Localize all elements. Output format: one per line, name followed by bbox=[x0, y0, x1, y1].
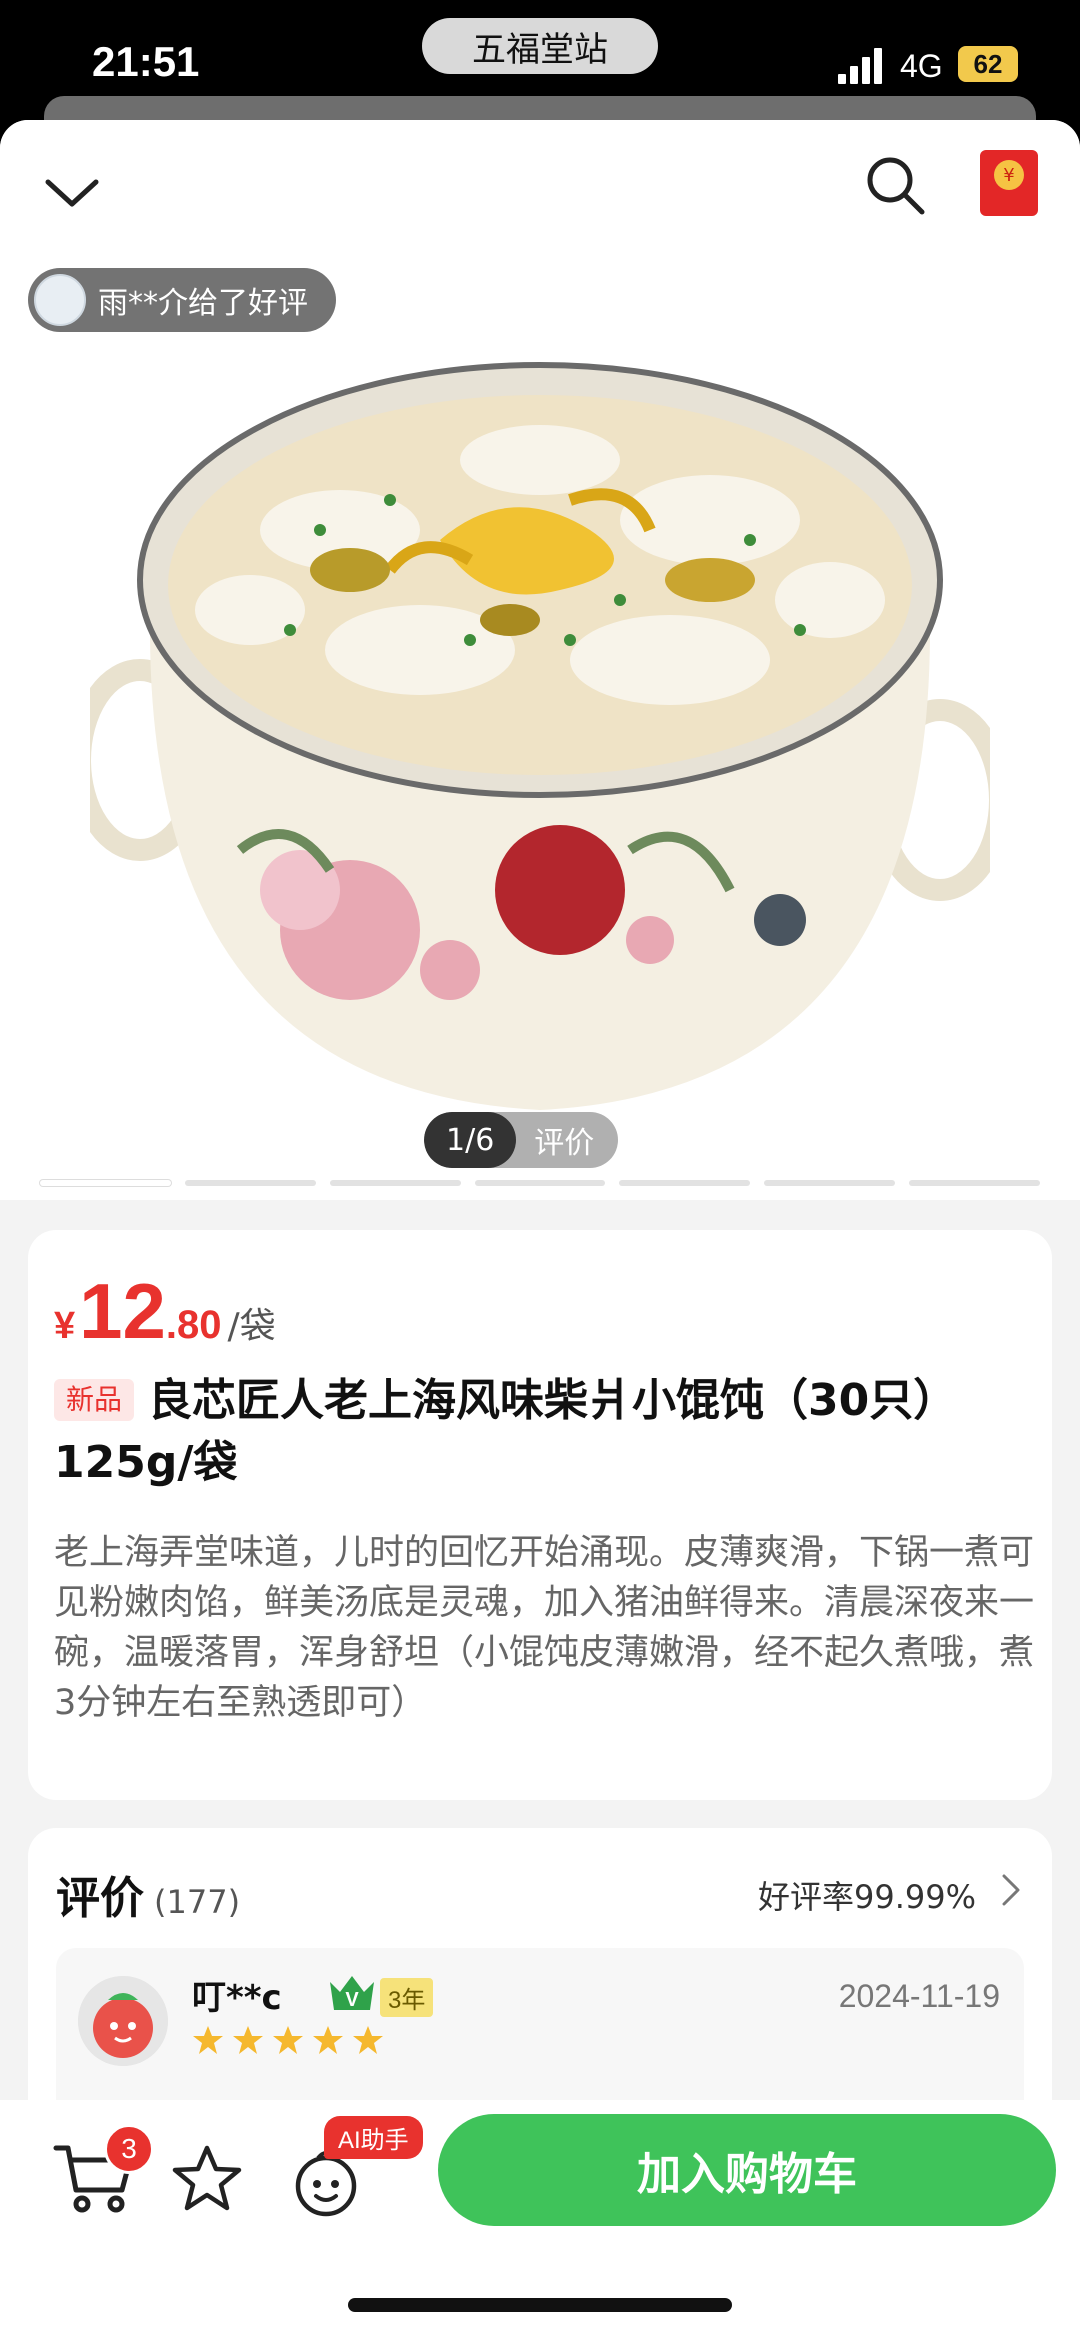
yuan-coin-icon: ¥ bbox=[994, 160, 1024, 190]
chevron-right-icon[interactable] bbox=[1000, 1872, 1022, 1908]
mascot-avatar-icon bbox=[78, 1976, 168, 2066]
price-integer: 12 bbox=[79, 1267, 166, 1355]
signal-icon bbox=[838, 48, 882, 84]
progress-segment bbox=[474, 1180, 606, 1186]
battery-indicator: 62 bbox=[958, 46, 1018, 82]
progress-segment bbox=[909, 1180, 1041, 1186]
review-date: 2024-11-19 bbox=[838, 1978, 1000, 2014]
price-unit: /袋 bbox=[227, 1306, 276, 1347]
review-toast: 雨**介给了好评 bbox=[28, 268, 336, 332]
rating-stars bbox=[192, 2024, 384, 2056]
star-outline-icon[interactable] bbox=[172, 2144, 242, 2212]
svg-text:V: V bbox=[345, 1989, 359, 2011]
product-sheet: ¥ 雨**介给了好评 1/6 评价 ¥ 12 .80 /袋 新品 良芯匠人老上海… bbox=[0, 120, 1080, 2337]
progress-segment bbox=[184, 1180, 316, 1186]
product-description: 老上海弄堂味道，儿时的回忆开始涌现。皮薄爽滑，下锅一煮可见粉嫩肉馅，鲜美汤底是灵… bbox=[54, 1533, 1035, 1723]
product-title: 良芯匠人老上海风味柴爿小馄饨（30只）125g/袋 bbox=[54, 1375, 958, 1488]
avatar bbox=[34, 274, 86, 326]
reviews-count: (177) bbox=[154, 1883, 241, 1921]
star-icon bbox=[193, 2026, 223, 2054]
chevron-down-icon[interactable] bbox=[40, 160, 104, 224]
vip-crown-icon: V bbox=[330, 1976, 374, 2011]
status-time: 21:51 bbox=[92, 38, 200, 85]
price-decimal: .80 bbox=[165, 1303, 222, 1347]
dynamic-island-label: 五福堂站 bbox=[422, 18, 658, 74]
search-icon[interactable] bbox=[862, 152, 928, 218]
star-icon bbox=[353, 2026, 383, 2054]
star-icon bbox=[273, 2026, 303, 2054]
product-image bbox=[90, 362, 990, 1110]
gallery-review-tab[interactable]: 评价 bbox=[516, 1118, 618, 1162]
status-bar: 21:51 五福堂站 4G 62 bbox=[0, 0, 1080, 136]
progress-segment bbox=[329, 1180, 461, 1186]
home-indicator[interactable] bbox=[348, 2298, 732, 2312]
progress-segment bbox=[40, 1180, 171, 1186]
cart-count-badge: 3 bbox=[104, 2124, 154, 2174]
reviews-heading: 评价 (177) bbox=[56, 1862, 240, 1926]
ai-assistant-badge: AI助手 bbox=[324, 2116, 423, 2159]
product-gallery[interactable]: ¥ 雨**介给了好评 1/6 评价 bbox=[0, 120, 1080, 1200]
product-info-card: ¥ 12 .80 /袋 新品 良芯匠人老上海风味柴爿小馄饨（30只）125g/袋 … bbox=[28, 1230, 1052, 1800]
progress-segment bbox=[619, 1180, 751, 1186]
star-icon bbox=[233, 2026, 263, 2054]
product-price: ¥ 12 .80 /袋 bbox=[54, 1266, 276, 1357]
gallery-page-indicator: 1/6 bbox=[424, 1112, 517, 1168]
network-type: 4G bbox=[900, 48, 943, 84]
product-title-block: 新品 良芯匠人老上海风味柴爿小馄饨（30只）125g/袋 bbox=[54, 1370, 1014, 1494]
gallery-progress bbox=[40, 1180, 1041, 1186]
price-symbol: ¥ bbox=[54, 1305, 76, 1347]
member-years-badge: 3年 bbox=[380, 1978, 434, 2017]
review-toast-text: 雨**介给了好评 bbox=[98, 286, 308, 321]
gallery-pager[interactable]: 1/6 评价 bbox=[424, 1112, 619, 1168]
star-icon bbox=[313, 2026, 343, 2054]
good-rate[interactable]: 好评率99.99% bbox=[758, 1872, 976, 1918]
avatar bbox=[78, 1976, 168, 2066]
progress-segment bbox=[764, 1180, 896, 1186]
reviewer-name: 叮**c bbox=[192, 1978, 282, 2018]
reviews-title: 评价 bbox=[56, 1873, 144, 1924]
add-to-cart-button[interactable]: 加入购物车 bbox=[438, 2114, 1056, 2226]
red-packet-icon[interactable]: ¥ bbox=[980, 150, 1038, 216]
new-badge: 新品 bbox=[54, 1379, 135, 1421]
